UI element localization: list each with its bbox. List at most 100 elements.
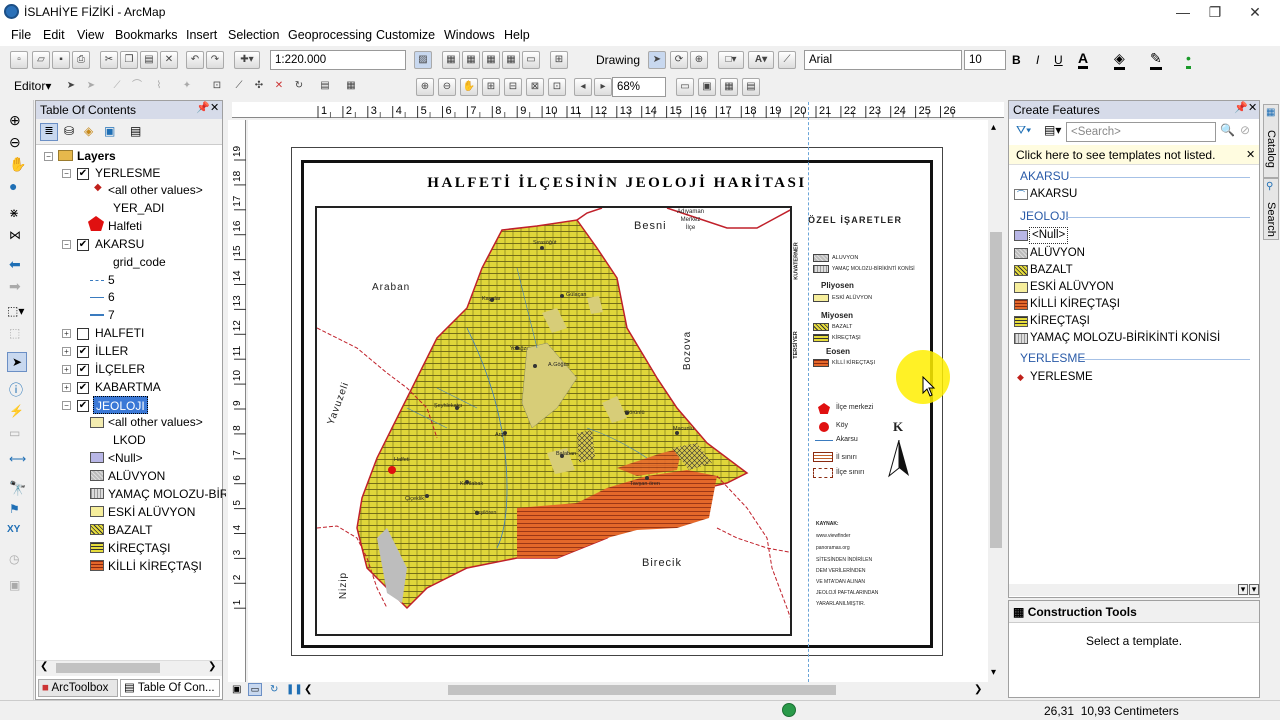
cf-clear-search-icon[interactable]: ⊘ bbox=[1240, 123, 1250, 137]
zoom-in-icon[interactable]: ⊕ bbox=[9, 112, 21, 129]
kabartma-checkbox[interactable]: ✔ bbox=[77, 382, 89, 394]
end-point-arc-icon[interactable]: ⌒ bbox=[128, 78, 146, 96]
drawing-menu[interactable]: Drawing bbox=[596, 53, 640, 67]
jeoloji-eski-aluvyon[interactable]: ESKİ ALÜVYON bbox=[108, 503, 195, 521]
layout-view-icon[interactable]: ▭ bbox=[248, 683, 262, 696]
cf-pin-icon[interactable]: 📌 bbox=[1234, 101, 1248, 114]
pan-icon[interactable]: ✋ bbox=[9, 156, 26, 173]
straight-segment-icon[interactable]: ⟋ bbox=[108, 78, 126, 96]
new-document-icon[interactable]: ▫ bbox=[10, 51, 28, 69]
create-viewer-icon[interactable]: ▣ bbox=[9, 578, 20, 592]
zoom-out-layout-icon[interactable]: ⊖ bbox=[438, 78, 456, 96]
data-view-icon[interactable]: ▣ bbox=[232, 684, 241, 695]
map-scale-combo[interactable]: 1:220.000 bbox=[270, 50, 406, 70]
underline-button[interactable]: U bbox=[1054, 53, 1063, 67]
akarsu-value-6[interactable]: 6 bbox=[108, 288, 115, 306]
redo-icon[interactable]: ↷ bbox=[206, 51, 224, 69]
cf-item-aluvyon[interactable]: ALÜVYON bbox=[1030, 245, 1085, 262]
focus-data-frame-icon[interactable]: ▣ bbox=[698, 78, 716, 96]
go-back-extent-icon[interactable]: ◂ bbox=[574, 78, 592, 96]
layer-akarsu[interactable]: AKARSU bbox=[95, 235, 144, 253]
measure-icon[interactable]: ⟷ bbox=[9, 452, 26, 466]
toggle-draft-mode-icon[interactable]: ▭ bbox=[676, 78, 694, 96]
list-by-source-icon[interactable]: ⛁ bbox=[64, 124, 74, 138]
font-color-icon[interactable]: A bbox=[1078, 50, 1089, 69]
zoom-out-icon[interactable]: ⊖ bbox=[9, 134, 21, 151]
cf-item-bazalt[interactable]: BAZALT bbox=[1030, 262, 1073, 279]
organize-templates-icon[interactable]: ⛛▾ bbox=[1016, 123, 1031, 138]
layer-kabartma[interactable]: KABARTMA bbox=[95, 378, 161, 396]
akarsu-value-5[interactable]: 5 bbox=[108, 271, 115, 289]
layers-label[interactable]: Layers bbox=[77, 147, 116, 165]
clear-selection-icon[interactable]: ⬚ bbox=[9, 326, 20, 340]
menu-bookmarks[interactable]: Bookmarks bbox=[115, 28, 178, 42]
cf-item-killi-kirectasi[interactable]: KİLLİ KİREÇTAŞI bbox=[1030, 296, 1120, 313]
change-layout-icon[interactable]: ▦ bbox=[720, 78, 738, 96]
toc-scroll-thumb[interactable] bbox=[56, 663, 160, 673]
save-icon[interactable]: ▪ bbox=[52, 51, 70, 69]
bold-button[interactable]: B bbox=[1012, 53, 1021, 67]
jeoloji-checkbox[interactable]: ✔ bbox=[77, 400, 89, 412]
select-elements-tool-icon[interactable]: ➤ bbox=[7, 352, 27, 372]
fixed-zoom-out-tool-icon[interactable]: ⋈ bbox=[9, 228, 21, 242]
hyperlink-icon[interactable]: ⚡ bbox=[9, 404, 24, 418]
point-icon[interactable]: ✦ bbox=[178, 78, 196, 96]
minimize-button[interactable]: — bbox=[1168, 2, 1198, 22]
font-size-combo[interactable]: 10 bbox=[964, 50, 1006, 70]
menu-customize[interactable]: Customize bbox=[376, 28, 435, 42]
paste-icon[interactable]: ▤ bbox=[140, 51, 158, 69]
jeoloji-collapse-icon[interactable]: − bbox=[62, 401, 71, 410]
zoom-whole-icon[interactable]: ⊞ bbox=[482, 78, 500, 96]
goto-xy-icon[interactable]: XY bbox=[7, 524, 20, 535]
edit-tool-icon[interactable]: ➤ bbox=[62, 78, 80, 96]
find-icon[interactable]: 🔭 bbox=[9, 480, 26, 497]
kabartma-expand-icon[interactable]: + bbox=[62, 383, 71, 392]
rectangle-tool-icon[interactable]: □▾ bbox=[718, 51, 744, 69]
attributes-icon[interactable]: ▤ bbox=[316, 78, 334, 96]
jeoloji-killi-kirectasi[interactable]: KİLLİ KİREÇTAŞI bbox=[108, 557, 202, 575]
cf-search-input[interactable]: <Search> bbox=[1066, 122, 1216, 142]
jeoloji-bazalt[interactable]: BAZALT bbox=[108, 521, 152, 539]
back-extent-icon[interactable]: ⬅ bbox=[9, 256, 21, 273]
tab-table-of-contents[interactable]: ▤ Table Of Con... bbox=[120, 679, 220, 697]
print-icon[interactable]: ⎙ bbox=[72, 51, 90, 69]
close-button[interactable]: ✕ bbox=[1240, 2, 1270, 22]
ilceler-checkbox[interactable]: ✔ bbox=[77, 364, 89, 376]
cf-view-toggle-icon[interactable]: ▾ bbox=[1238, 584, 1248, 595]
undo-icon[interactable]: ↶ bbox=[186, 51, 204, 69]
list-by-visibility-icon[interactable]: ◈ bbox=[84, 124, 93, 138]
map-data-frame[interactable] bbox=[315, 206, 792, 636]
layer-yerlesme[interactable]: YERLESME bbox=[95, 164, 160, 182]
fixed-zoom-in-tool-icon[interactable]: ⋇ bbox=[9, 206, 19, 220]
cf-item-yerlesme[interactable]: YERLESME bbox=[1030, 369, 1093, 386]
jeoloji-null[interactable]: <Null> bbox=[108, 449, 143, 467]
layout-vscroll-thumb[interactable] bbox=[990, 232, 1002, 548]
copy-icon[interactable]: ❐ bbox=[120, 51, 138, 69]
reshape-icon[interactable]: ⟋ bbox=[230, 78, 248, 96]
toc-scroll-left-icon[interactable]: ❮ bbox=[40, 661, 48, 672]
italic-button[interactable]: I bbox=[1036, 53, 1039, 67]
cf-notice-close-icon[interactable]: ✕ bbox=[1246, 148, 1255, 161]
top-ruler[interactable]: 1 2 3 4 5 6 7 8 9 10 11 12 13 14 15 16 17 18 19 20 21 22 23 24 2… bbox=[232, 102, 1004, 118]
catalog-window-icon[interactable]: ▦ bbox=[462, 51, 480, 69]
forward-extent-icon[interactable]: ➡ bbox=[9, 278, 21, 295]
cf-item-yamac[interactable]: YAMAÇ MOLOZU-BİRİKİNTİ KONİSİ bbox=[1030, 330, 1220, 347]
yerlesme-checkbox[interactable]: ✔ bbox=[77, 168, 89, 180]
toc-window-icon[interactable]: ▦ bbox=[442, 51, 460, 69]
cf-search-icon[interactable]: 🔍 bbox=[1220, 123, 1235, 137]
refresh-view-icon[interactable]: ↻ bbox=[270, 684, 278, 695]
layer-halfeti[interactable]: HALFETI bbox=[95, 324, 144, 342]
hscroll-left-icon[interactable]: ❮ bbox=[304, 684, 312, 695]
text-tool-icon[interactable]: A▾ bbox=[748, 51, 774, 69]
edit-annotation-icon[interactable]: ➤ bbox=[82, 78, 100, 96]
fixed-zoom-in-icon[interactable]: ⊠ bbox=[526, 78, 544, 96]
akarsu-checkbox[interactable]: ✔ bbox=[77, 239, 89, 251]
filter-templates-icon[interactable]: ▤▾ bbox=[1044, 123, 1061, 137]
full-extent-icon[interactable]: ● bbox=[9, 178, 17, 194]
iller-expand-icon[interactable]: + bbox=[62, 347, 71, 356]
iller-checkbox[interactable]: ✔ bbox=[77, 346, 89, 358]
tab-arctoolbox[interactable]: ■ ArcToolbox bbox=[38, 679, 118, 697]
delete-icon[interactable]: ✕ bbox=[160, 51, 178, 69]
editor-menu[interactable]: Editor▾ bbox=[14, 79, 51, 93]
zoom-whole-page-icon[interactable]: ⊕ bbox=[690, 51, 708, 69]
